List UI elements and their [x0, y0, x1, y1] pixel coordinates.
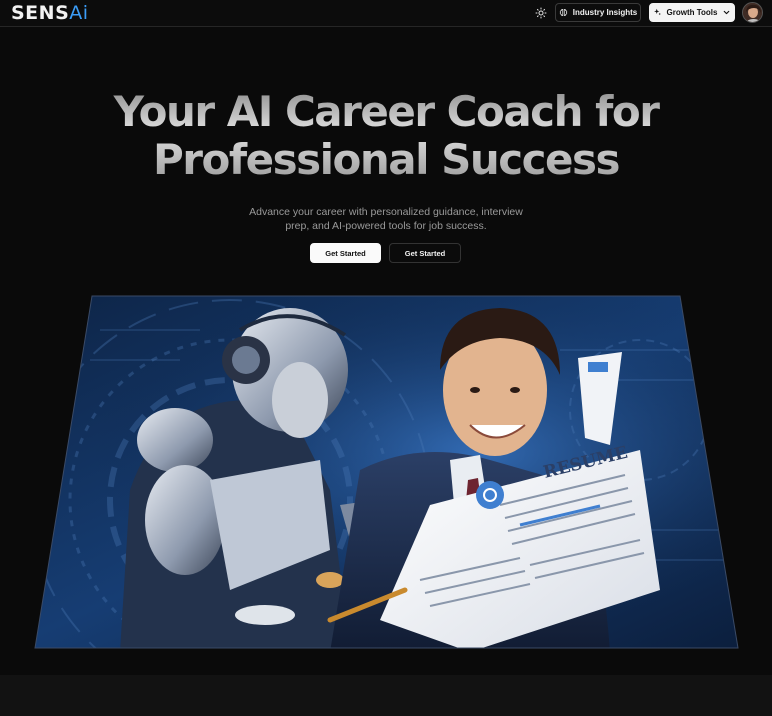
avatar-image	[743, 3, 762, 22]
get-started-outline-button[interactable]: Get Started	[389, 243, 461, 263]
hero-banner-image: RESUME	[34, 295, 739, 649]
hero-subtitle: Advance your career with personalized gu…	[249, 206, 523, 232]
growth-tools-button[interactable]: Growth Tools	[649, 3, 735, 22]
sun-icon	[535, 7, 547, 19]
user-avatar[interactable]	[742, 2, 763, 23]
logo-main-text: SENS	[11, 2, 70, 24]
brain-icon	[559, 9, 567, 16]
next-section-band	[0, 675, 772, 716]
logo[interactable]: SENSAi	[11, 2, 89, 24]
hero-title-line2: Professional Success	[152, 135, 620, 184]
hero-title-line1: Your AI Career Coach for	[113, 87, 659, 136]
page: SENSAi Industry Insights Growth Tools Yo…	[0, 0, 772, 716]
banner-card: RESUME	[35, 296, 738, 648]
chevron-down-icon	[724, 10, 730, 15]
logo-accent-text: Ai	[69, 2, 89, 24]
industry-insights-label: Industry Insights	[572, 8, 638, 17]
get-started-button[interactable]: Get Started	[310, 243, 381, 263]
theme-toggle-button[interactable]	[532, 4, 550, 22]
sparkle-icon	[653, 8, 661, 16]
growth-tools-label: Growth Tools	[666, 8, 718, 17]
industry-insights-button[interactable]: Industry Insights	[555, 3, 641, 22]
hero-title: Your AI Career Coach for Professional Su…	[0, 88, 772, 184]
navbar: SENSAi Industry Insights Growth Tools	[0, 0, 772, 27]
